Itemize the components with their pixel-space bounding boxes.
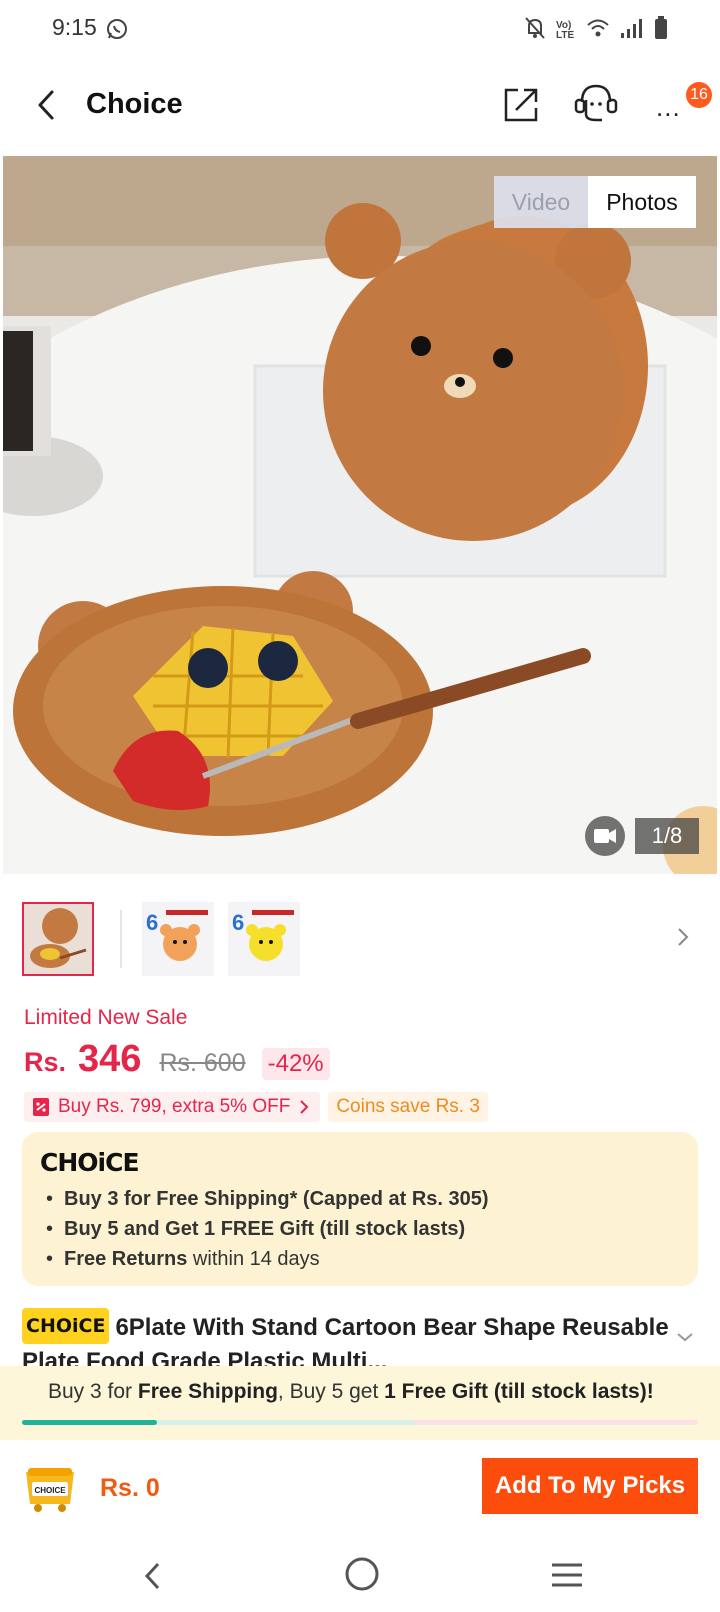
whatsapp-icon	[106, 18, 128, 45]
wifi-icon	[586, 17, 610, 44]
nav-home-icon[interactable]	[344, 1556, 380, 1597]
choice-badge: CHOiCE	[22, 1308, 110, 1344]
product-title: CHOiCE 6Plate With Stand Cartoon Bear Sha…	[22, 1308, 672, 1368]
product-title-text: 6Plate With Stand Cartoon Bear Shape Reu…	[22, 1314, 669, 1368]
nav-menu-icon[interactable]	[550, 1562, 584, 1593]
benefit-item: • Buy 3 for Free Shipping* (Capped at Rs.…	[46, 1188, 489, 1210]
coins-promo: Coins save Rs. 3	[328, 1092, 488, 1122]
thumbnail-divider	[120, 910, 122, 968]
coupon-text: Buy Rs. 799, extra 5% OFF	[58, 1096, 291, 1117]
price-currency: Rs.	[24, 1047, 67, 1077]
back-button[interactable]	[34, 88, 58, 127]
thumbnail-1[interactable]	[22, 902, 94, 976]
status-time: 9:15	[52, 14, 97, 40]
image-counter: 1/8	[635, 818, 699, 854]
product-title-block[interactable]: CHOiCE 6Plate With Stand Cartoon Bear Sha…	[22, 1308, 672, 1368]
volte-label: Vo) LTE	[556, 19, 575, 41]
bottom-action-bar: CHOICE Rs. 0 Add To My Picks	[0, 1440, 720, 1538]
video-play-icon[interactable]	[585, 816, 625, 856]
customer-service-icon[interactable]	[572, 82, 620, 129]
sale-label: Limited New Sale	[24, 1006, 188, 1029]
thumbnail-3[interactable]: 6	[228, 902, 300, 976]
status-bar: 9:15 Vo) LTE	[0, 0, 720, 58]
promo-row: Buy Rs. 799, extra 5% OFF Coins save Rs.…	[24, 1092, 488, 1122]
price-current: 346	[78, 1038, 142, 1080]
choice-benefits-card: CHOiCE • Buy 3 for Free Shipping* (Capped…	[22, 1132, 698, 1286]
media-toggle: Video Photos	[494, 176, 696, 228]
product-image[interactable]: Video Photos 1/8	[3, 156, 717, 874]
benefit-item: • Free Returns within 14 days	[46, 1248, 320, 1270]
price-original: Rs. 600	[159, 1049, 246, 1077]
chevron-right-icon[interactable]	[676, 926, 690, 953]
signal-icon	[620, 17, 644, 44]
page-title: Choice	[86, 88, 183, 120]
shipping-progress-fill	[22, 1420, 157, 1425]
nav-back-icon[interactable]	[142, 1560, 164, 1597]
shipping-message: Buy 3 for Free Shipping, Buy 5 get 1 Fre…	[48, 1380, 654, 1403]
thumbnail-2[interactable]: 6	[142, 902, 214, 976]
more-menu-button[interactable]: ...	[656, 94, 681, 120]
free-shipping-bar: Buy 3 for Free Shipping, Buy 5 get 1 Fre…	[0, 1366, 720, 1440]
thumbnail-strip: 6 6	[22, 902, 698, 978]
cart-label: CHOICE	[34, 1486, 66, 1495]
tab-video[interactable]: Video	[494, 176, 588, 228]
cart-total: Rs. 0	[100, 1474, 160, 1502]
benefits-list: • Buy 3 for Free Shipping* (Capped at Rs.…	[46, 1184, 489, 1274]
app-header: Choice ... 16	[0, 58, 720, 150]
chevron-right-icon	[300, 1100, 309, 1114]
coupon-promo[interactable]: Buy Rs. 799, extra 5% OFF	[24, 1092, 321, 1122]
mute-icon	[524, 16, 546, 45]
choice-cart-icon[interactable]: CHOICE	[22, 1462, 78, 1519]
benefit-item: • Buy 5 and Get 1 FREE Gift (till stock l…	[46, 1218, 466, 1240]
price-row: Rs. 346 Rs. 600 -42%	[24, 1038, 330, 1082]
choice-logo: CHOiCE	[40, 1148, 140, 1177]
tab-photos[interactable]: Photos	[588, 176, 696, 228]
add-to-picks-button[interactable]: Add To My Picks	[482, 1458, 698, 1514]
coupon-icon	[33, 1098, 49, 1116]
product-photo	[3, 156, 717, 874]
chevron-down-icon[interactable]	[676, 1330, 694, 1348]
discount-badge: -42%	[261, 1048, 330, 1080]
notification-badge: 16	[686, 82, 712, 108]
system-nav-bar	[0, 1538, 720, 1612]
status-icons: Vo) LTE	[524, 16, 668, 45]
battery-icon	[654, 16, 668, 45]
share-button[interactable]	[502, 84, 542, 129]
